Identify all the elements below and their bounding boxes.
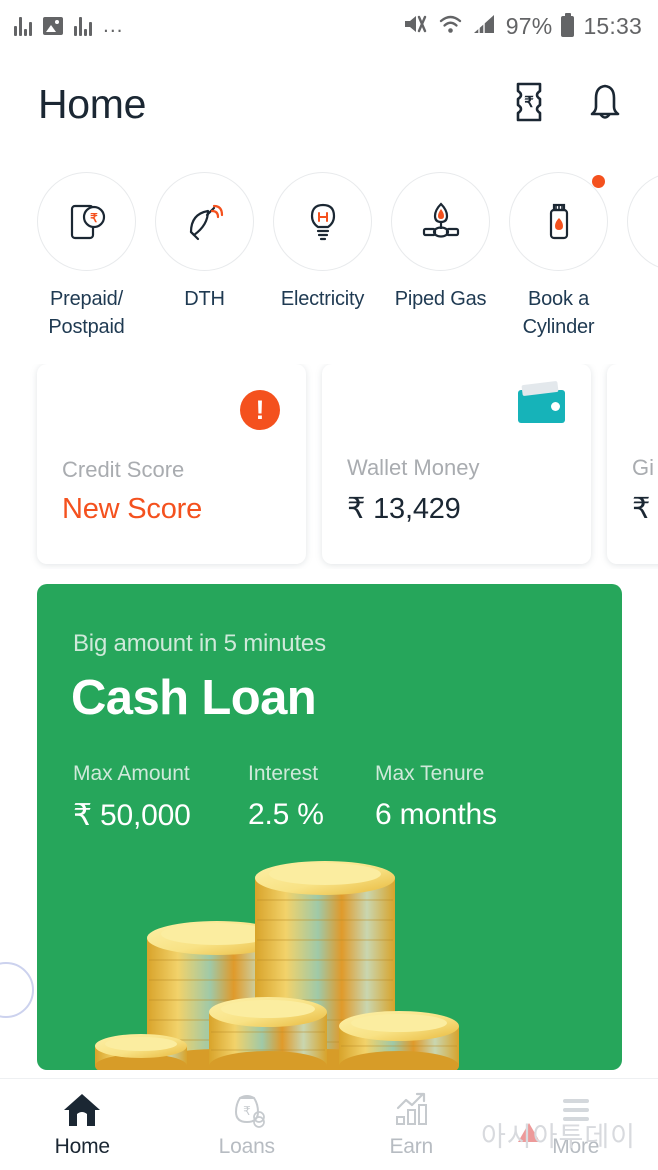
satellite-dish-icon [189, 204, 223, 240]
hamburger-menu-icon [562, 1099, 589, 1121]
overflow-dots-icon: ... [103, 14, 124, 37]
clock-label: 15:33 [583, 12, 642, 39]
gas-burner-icon [422, 201, 459, 238]
service-item-dth[interactable]: DTH [155, 172, 254, 313]
home-icon [64, 1094, 101, 1126]
service-label: Piped Gas [394, 288, 487, 310]
alert-exclamation-icon: ! [240, 390, 280, 430]
service-label: Prepaid/Postpaid [48, 288, 125, 338]
equalizer-icon [14, 16, 32, 36]
card-gift-clipped[interactable]: Gi ₹ [607, 364, 658, 564]
image-icon [43, 17, 63, 35]
status-bar: ... 97% 15:33 [0, 0, 658, 52]
service-circle[interactable] [273, 172, 372, 271]
card-value: ₹ 13,429 [347, 493, 461, 525]
service-item-electricity[interactable]: Electricity [273, 172, 372, 313]
loan-stat-interest: Interest 2.5 % [248, 762, 375, 833]
card-label: Wallet Money [347, 455, 480, 480]
svg-text:₹: ₹ [90, 211, 98, 225]
rupee-voucher-icon[interactable]: ₹ [512, 81, 546, 128]
nav-label: Loans [218, 1135, 275, 1158]
wallet-icon [518, 390, 565, 423]
loan-stat-max-amount: Max Amount ₹ 50,000 [73, 762, 248, 833]
service-circle[interactable] [509, 172, 608, 271]
service-item-piped-gas[interactable]: Piped Gas [391, 172, 490, 313]
money-bag-icon: ₹ [234, 1095, 265, 1128]
notification-dot-badge [592, 175, 605, 188]
loan-subtitle: Big amount in 5 minutes [73, 630, 326, 657]
nav-label: Earn [389, 1135, 434, 1158]
card-value: ₹ [632, 493, 651, 525]
card-value: New Score [62, 493, 203, 525]
touch-indicator-artifact [0, 962, 34, 1018]
mobile-recharge-icon: ₹ [70, 204, 105, 239]
service-item-more-clipped[interactable] [627, 172, 658, 271]
loan-stat-max-tenure: Max Tenure 6 months [375, 762, 575, 833]
service-item-prepaid-postpaid[interactable]: ₹ Prepaid/Postpaid [37, 172, 136, 341]
notification-bell-icon[interactable] [586, 81, 624, 128]
gold-coin-stacks-illustration [95, 861, 459, 1070]
loan-stat-label: Max Tenure [375, 762, 485, 785]
card-label: Credit Score [62, 457, 185, 482]
cash-loan-banner[interactable]: Big amount in 5 minutes Cash Loan Max Am… [37, 584, 622, 1070]
loan-stat-label: Interest [248, 762, 319, 785]
nav-item-loans[interactable]: ₹ Loans [165, 1090, 330, 1159]
battery-percent-label: 97% [505, 12, 553, 39]
service-label: Electricity [280, 288, 365, 310]
card-credit-score[interactable]: ! Credit Score New Score [37, 364, 306, 564]
services-carousel[interactable]: ₹ Prepaid/Postpaid DTH Electricity Piped… [0, 172, 658, 347]
status-bar-right: 97% 15:33 [402, 12, 642, 41]
wifi-icon [438, 13, 463, 40]
loan-title: Cash Loan [71, 671, 317, 725]
service-circle[interactable]: ₹ [37, 172, 136, 271]
gas-cylinder-icon [549, 203, 568, 239]
card-label: Gi [632, 455, 654, 480]
equalizer-icon-2 [74, 16, 92, 36]
loan-stat-value: 2.5 % [248, 798, 324, 831]
mute-icon [402, 12, 429, 41]
loan-stat-value: 6 months [375, 798, 497, 831]
bottom-navigation-bar[interactable]: Home ₹ Loans Earn More 아시아투데이 [0, 1078, 658, 1170]
loan-stats: Max Amount ₹ 50,000 Interest 2.5 % Max T… [73, 762, 575, 833]
growth-chart-icon [396, 1092, 428, 1125]
service-circle[interactable] [391, 172, 490, 271]
svg-text:₹: ₹ [524, 94, 534, 111]
nav-item-home[interactable]: Home [0, 1090, 165, 1159]
watermark-mark [518, 1123, 540, 1142]
app-header: Home ₹ [0, 52, 658, 157]
svg-text:₹: ₹ [243, 1104, 251, 1118]
service-circle[interactable] [627, 172, 658, 271]
card-icon [518, 390, 565, 423]
app-screen: ... 97% 15:33 Home ₹ ₹ Prepaid/ Postpaid… [0, 0, 658, 1170]
service-label: DTH [184, 288, 225, 310]
signal-icon [472, 13, 497, 40]
header-actions: ₹ [512, 81, 624, 128]
service-circle[interactable] [155, 172, 254, 271]
light-bulb-icon [310, 203, 335, 240]
loan-stat-value: ₹ 50,000 [73, 799, 191, 832]
nav-label: Home [54, 1135, 110, 1158]
service-label: Book a Cylinder [522, 288, 595, 338]
nav-label: More [552, 1135, 600, 1158]
page-title: Home [38, 81, 147, 127]
loan-stat-label: Max Amount [73, 762, 190, 785]
card-wallet-money[interactable]: Wallet Money ₹ 13,429 [322, 364, 591, 564]
battery-icon [561, 12, 575, 37]
info-cards-carousel[interactable]: ! Credit Score New Score Wallet Money ₹ … [0, 364, 658, 569]
service-item-book-a-cylinder[interactable]: Book a Cylinder [509, 172, 608, 341]
status-bar-left: ... [14, 14, 124, 37]
nav-item-earn[interactable]: Earn [329, 1090, 494, 1159]
card-icon: ! [240, 390, 280, 430]
